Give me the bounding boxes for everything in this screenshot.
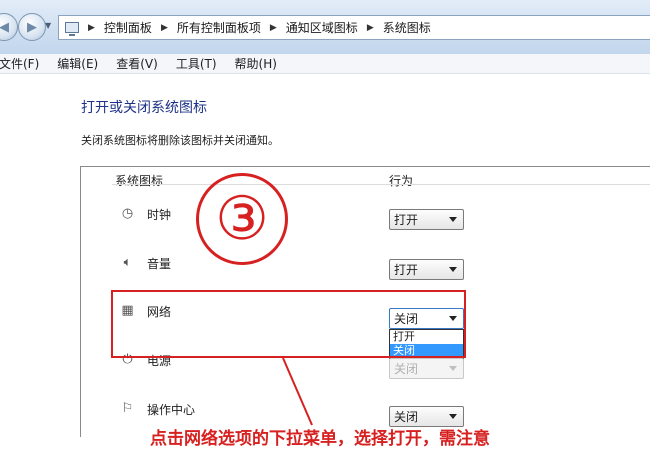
breadcrumb-notification-icons[interactable]: 通知区域图标 — [286, 19, 358, 36]
address-bar: ◀ ▶ ▼ ▶ 控制面板 ▶ 所有控制面板项 ▶ 通知区域图标 ▶ 系统图标 — [0, 0, 650, 55]
row-label-volume: 音量 — [147, 257, 172, 271]
page-title: 打开或关闭系统图标 — [81, 100, 207, 116]
volume-behavior-value: 打开 — [394, 263, 419, 277]
chevron-right-icon[interactable]: ▶ — [88, 23, 95, 33]
chevron-down-icon — [449, 267, 457, 272]
clock-behavior-value: 打开 — [394, 213, 419, 227]
menu-file[interactable]: 文件(F) — [0, 55, 39, 72]
page-description: 关闭系统图标将删除该图标并关闭通知。 — [81, 134, 279, 147]
chevron-right-icon[interactable]: ▶ — [367, 23, 374, 33]
action-center-behavior-value: 关闭 — [394, 410, 419, 424]
step-number-annotation: ③ — [196, 173, 288, 265]
arrow-left-icon: ◀ — [0, 19, 9, 35]
recent-pages-dropdown-icon[interactable]: ▼ — [45, 21, 51, 30]
breadcrumb-control-panel[interactable]: 控制面板 — [104, 19, 152, 36]
chevron-right-icon[interactable]: ▶ — [270, 23, 277, 33]
header-divider — [112, 184, 650, 185]
back-button[interactable]: ◀ — [0, 13, 18, 41]
forward-button[interactable]: ▶ — [18, 13, 46, 41]
chevron-right-icon[interactable]: ▶ — [161, 23, 168, 33]
breadcrumb[interactable]: ▶ 控制面板 ▶ 所有控制面板项 ▶ 通知区域图标 ▶ 系统图标 — [58, 15, 650, 40]
breadcrumb-system-icons[interactable]: 系统图标 — [383, 19, 431, 36]
clock-icon: ◷ — [121, 206, 134, 221]
action-center-icon: ⚐ — [121, 401, 134, 416]
menu-help[interactable]: 帮助(H) — [235, 55, 277, 72]
row-label-clock: 时钟 — [147, 208, 172, 222]
menu-tools[interactable]: 工具(T) — [176, 55, 217, 72]
menu-view[interactable]: 查看(V) — [116, 55, 158, 72]
menu-bar: 文件(F) 编辑(E) 查看(V) 工具(T) 帮助(H) — [0, 54, 650, 74]
column-header-system-icons: 系统图标 — [115, 174, 164, 188]
breadcrumb-all-items[interactable]: 所有控制面板项 — [177, 19, 261, 36]
chevron-down-icon — [449, 217, 457, 222]
chevron-down-icon — [449, 366, 457, 371]
arrow-right-icon: ▶ — [27, 19, 37, 35]
highlight-box — [111, 290, 466, 358]
row-label-action-center: 操作中心 — [147, 403, 196, 417]
power-behavior-select[interactable]: 关闭 — [389, 358, 464, 379]
chevron-down-icon — [449, 414, 457, 419]
menu-edit[interactable]: 编辑(E) — [57, 55, 98, 72]
volume-icon: 🔈︎ — [123, 255, 132, 270]
column-header-behavior: 行为 — [389, 174, 414, 188]
power-behavior-value: 关闭 — [394, 362, 419, 376]
control-panel-icon — [65, 22, 79, 36]
clock-behavior-select[interactable]: 打开 — [389, 209, 464, 230]
volume-behavior-select[interactable]: 打开 — [389, 259, 464, 280]
